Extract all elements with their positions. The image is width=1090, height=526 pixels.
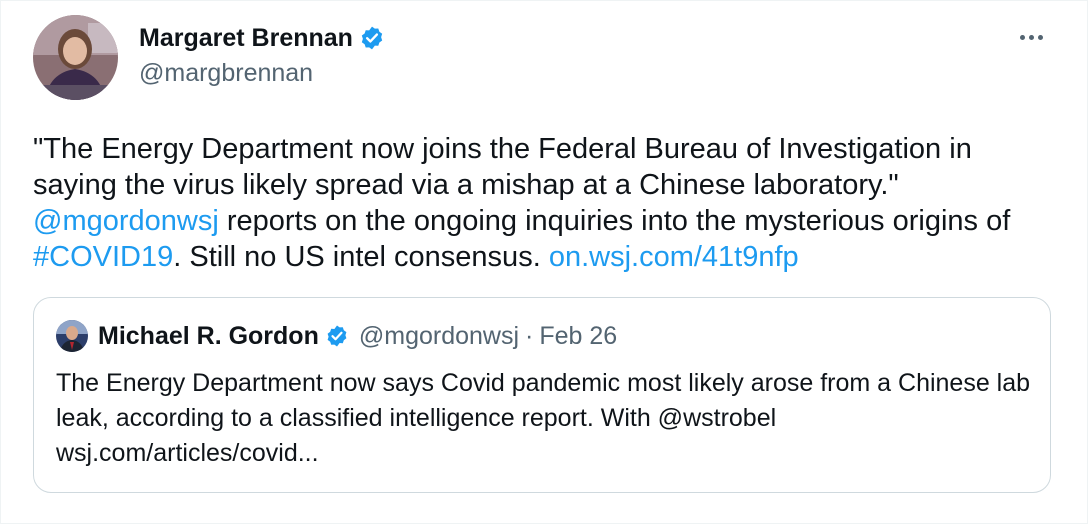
hashtag-link[interactable]: #COVID19 [33, 241, 173, 273]
quoted-tweet-date[interactable]: Feb 26 [539, 322, 617, 351]
verified-badge-icon [325, 324, 349, 348]
quoted-author-avatar[interactable] [56, 320, 88, 352]
quoted-author-name[interactable]: Michael R. Gordon [98, 322, 319, 351]
tweet-text-part: . Still no US intel consensus. [173, 241, 549, 273]
author-name[interactable]: Margaret Brennan [139, 24, 353, 53]
author-avatar[interactable] [33, 15, 118, 100]
quoted-tweet[interactable]: Michael R. Gordon @mgordonwsj · Feb 26 T… [33, 297, 1051, 493]
more-options-icon[interactable] [1017, 23, 1045, 51]
mention-link[interactable]: @mgordonwsj [33, 205, 219, 237]
separator: · [525, 321, 534, 350]
tweet-card[interactable]: Margaret Brennan @margbrennan "The Energ… [0, 0, 1088, 524]
tweet-text-part: reports on the ongoing inquiries into th… [218, 205, 1011, 237]
author-handle[interactable]: @margbrennan [139, 59, 313, 88]
quoted-tweet-text: The Energy Department now says Covid pan… [56, 369, 1031, 467]
quoted-author-handle[interactable]: @mgordonwsj [359, 322, 519, 351]
tweet-text: "The Energy Department now joins the Fed… [33, 131, 1063, 275]
tweet-text-part: "The Energy Department now joins the Fed… [33, 133, 972, 201]
verified-badge-icon [359, 25, 385, 51]
url-link[interactable]: on.wsj.com/41t9nfp [549, 241, 799, 273]
